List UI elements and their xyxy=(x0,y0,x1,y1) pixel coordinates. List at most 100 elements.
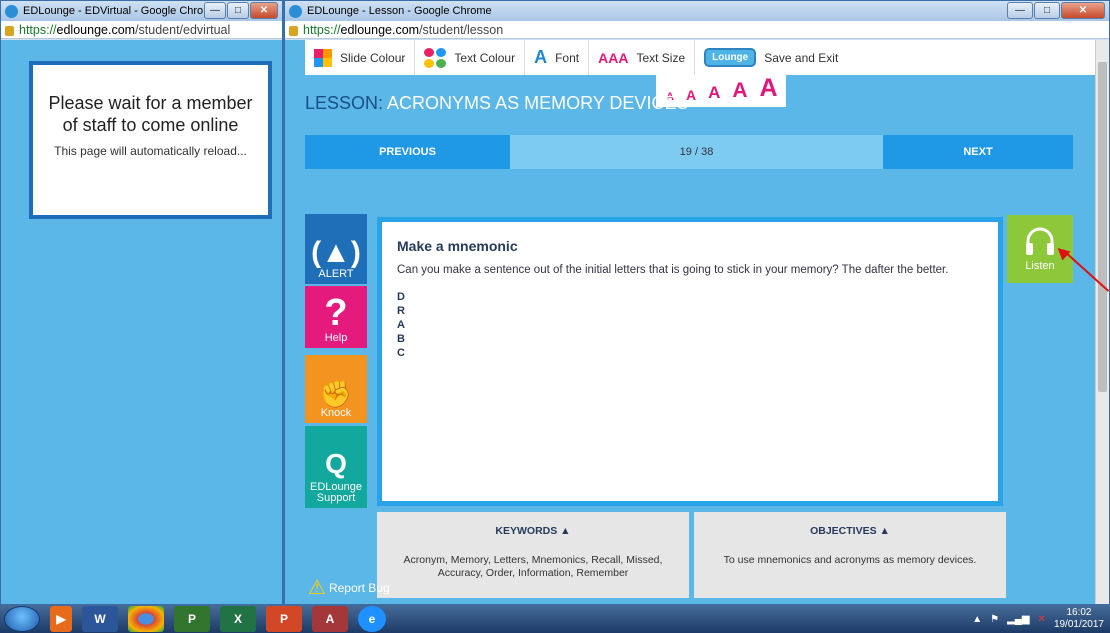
report-bug-link[interactable]: ⚠ Report Bug xyxy=(308,575,390,600)
letter-item: A xyxy=(397,319,405,331)
left-page-body: Please wait for a member of staff to com… xyxy=(1,40,282,604)
text-size-icon: AAA xyxy=(598,49,629,66)
report-bug-label: Report Bug xyxy=(328,580,390,595)
text-size-option-3[interactable]: A xyxy=(708,83,720,103)
knock-button[interactable]: ✊ Knock xyxy=(305,355,367,423)
support-label: EDLounge Support xyxy=(310,481,362,504)
objectives-text: To use mnemonics and acronyms as memory … xyxy=(723,554,977,566)
text-colour-label: Text Colour xyxy=(454,50,516,65)
slide-colour-button[interactable]: Slide Colour xyxy=(305,40,416,75)
start-button[interactable] xyxy=(4,606,40,632)
chrome-icon[interactable] xyxy=(128,606,164,632)
edlounge-favicon-icon xyxy=(5,4,18,18)
lock-icon xyxy=(289,25,298,36)
url-domain: edlounge.com xyxy=(340,22,420,37)
objectives-heading[interactable]: OBJECTIVES ▲ xyxy=(694,525,1006,537)
minimize-button[interactable]: — xyxy=(1007,2,1033,19)
letter-item: D xyxy=(397,291,405,303)
left-window-title: EDLounge - EDVirtual - Google Chro... xyxy=(23,5,213,17)
page-scrollbar[interactable] xyxy=(1095,40,1109,604)
keywords-text: Acronym, Memory, Letters, Mnemonics, Rec… xyxy=(403,554,663,579)
edlounge-support-button[interactable]: Q EDLounge Support xyxy=(305,426,367,508)
lesson-title: LESSON: ACRONYMS AS MEMORY DEVICES xyxy=(305,93,688,114)
content-body: Can you make a sentence out of the initi… xyxy=(397,264,949,276)
tray-expand-icon[interactable]: ▲ xyxy=(972,614,982,625)
right-browser-window: EDLounge - Lesson - Google Chrome — □ ✕ … xyxy=(284,0,1110,605)
internet-explorer-icon[interactable]: e xyxy=(358,606,386,632)
text-size-option-5[interactable]: A xyxy=(760,74,778,103)
lounge-logo-icon: Lounge xyxy=(704,48,757,67)
slide-colour-icon xyxy=(314,48,332,67)
page-indicator: 19 / 38 xyxy=(679,146,714,158)
left-address-bar[interactable]: https://edlounge.com/student/edvirtual xyxy=(1,21,282,39)
text-colour-icon xyxy=(424,47,447,68)
wait-card: Please wait for a member of staff to com… xyxy=(29,61,272,219)
word-icon[interactable]: W xyxy=(82,606,118,632)
text-size-option-4[interactable]: A xyxy=(732,79,747,103)
font-icon: A xyxy=(534,47,548,67)
previous-button[interactable]: PREVIOUS xyxy=(305,135,510,169)
volume-icon[interactable]: ✕ xyxy=(1038,614,1046,625)
question-icon: ? xyxy=(324,292,348,334)
clock[interactable]: 16:02 19/01/2017 xyxy=(1054,607,1104,631)
content-heading: Make a mnemonic xyxy=(397,238,518,254)
close-button[interactable]: ✕ xyxy=(1061,2,1105,19)
access-icon[interactable]: A xyxy=(312,606,348,632)
left-browser-window: EDLounge - EDVirtual - Google Chro... — … xyxy=(0,0,283,605)
close-button[interactable]: ✕ xyxy=(250,2,278,19)
excel-icon[interactable]: X xyxy=(220,606,256,632)
lesson-toolbar: Slide Colour Text Colour A Font AAA Text… xyxy=(305,40,1095,75)
alert-icon: (▲) xyxy=(311,236,361,269)
text-size-button[interactable]: AAA Text Size xyxy=(589,40,696,75)
letter-item: R xyxy=(397,305,405,317)
media-player-icon[interactable]: ▶ xyxy=(50,606,72,632)
text-colour-button[interactable]: Text Colour xyxy=(415,40,526,75)
lesson-nav-bar: PREVIOUS 19 / 38 NEXT xyxy=(305,135,1073,169)
url-scheme: https:// xyxy=(19,22,57,37)
edlounge-favicon-icon xyxy=(289,4,302,18)
lesson-name: ACRONYMS AS MEMORY DEVICES xyxy=(387,93,689,113)
font-button[interactable]: A Font xyxy=(525,40,590,75)
next-button[interactable]: NEXT xyxy=(883,135,1073,169)
tray-flag-icon[interactable]: ⚑ xyxy=(990,614,999,625)
lock-icon xyxy=(5,25,14,36)
headphones-icon xyxy=(1026,227,1054,255)
help-label: Help xyxy=(324,332,348,344)
acronym-letters: D R A B C xyxy=(397,290,983,360)
left-window-titlebar[interactable]: EDLounge - EDVirtual - Google Chro... — … xyxy=(1,1,282,21)
right-window-titlebar[interactable]: EDLounge - Lesson - Google Chrome — □ ✕ xyxy=(285,1,1109,21)
powerpoint-icon[interactable]: P xyxy=(266,606,302,632)
right-address-bar[interactable]: https://edlounge.com/student/lesson xyxy=(285,21,1109,39)
keywords-heading[interactable]: KEYWORDS ▲ xyxy=(377,525,689,537)
save-exit-label: Save and Exit xyxy=(764,50,839,65)
q-icon: Q xyxy=(325,448,347,479)
clock-time: 16:02 xyxy=(1066,607,1092,618)
warning-icon: ⚠ xyxy=(308,577,326,599)
letter-item: B xyxy=(397,333,405,345)
url-path: /student/edvirtual xyxy=(135,22,231,37)
keywords-panel: KEYWORDS ▲ Acronym, Memory, Letters, Mne… xyxy=(377,512,689,598)
network-icon[interactable]: ▂▄▆ xyxy=(1007,614,1029,625)
maximize-button[interactable]: □ xyxy=(1034,2,1060,19)
slide-colour-label: Slide Colour xyxy=(340,50,406,65)
alert-button[interactable]: (▲) ALERT xyxy=(305,214,367,284)
save-exit-button[interactable]: Lounge Save and Exit xyxy=(695,40,847,75)
lesson-label: LESSON: xyxy=(305,93,384,113)
minimize-button[interactable]: — xyxy=(204,2,226,19)
system-tray: ▲ ⚑ ▂▄▆ ✕ 16:02 19/01/2017 xyxy=(972,605,1104,633)
text-size-label: Text Size xyxy=(636,50,686,65)
alert-label: ALERT xyxy=(318,268,354,280)
url-domain: edlounge.com xyxy=(56,22,136,37)
maximize-button[interactable]: □ xyxy=(227,2,249,19)
help-button[interactable]: ? Help xyxy=(305,286,367,348)
project-icon[interactable]: P xyxy=(174,606,210,632)
listen-label: Listen xyxy=(1025,260,1055,272)
font-label: Font xyxy=(555,50,580,65)
knock-label: Knock xyxy=(320,407,352,419)
right-window-title: EDLounge - Lesson - Google Chrome xyxy=(307,5,492,17)
url-scheme: https:// xyxy=(303,22,341,37)
wait-message: Please wait for a member of staff to com… xyxy=(48,93,253,135)
windows-taskbar: ▶ W P X P A e ▲ ⚑ ▂▄▆ ✕ 16:02 19/01/2017 xyxy=(0,605,1110,633)
clock-date: 19/01/2017 xyxy=(1053,619,1104,630)
lesson-content-panel: Make a mnemonic Can you make a sentence … xyxy=(377,217,1003,506)
